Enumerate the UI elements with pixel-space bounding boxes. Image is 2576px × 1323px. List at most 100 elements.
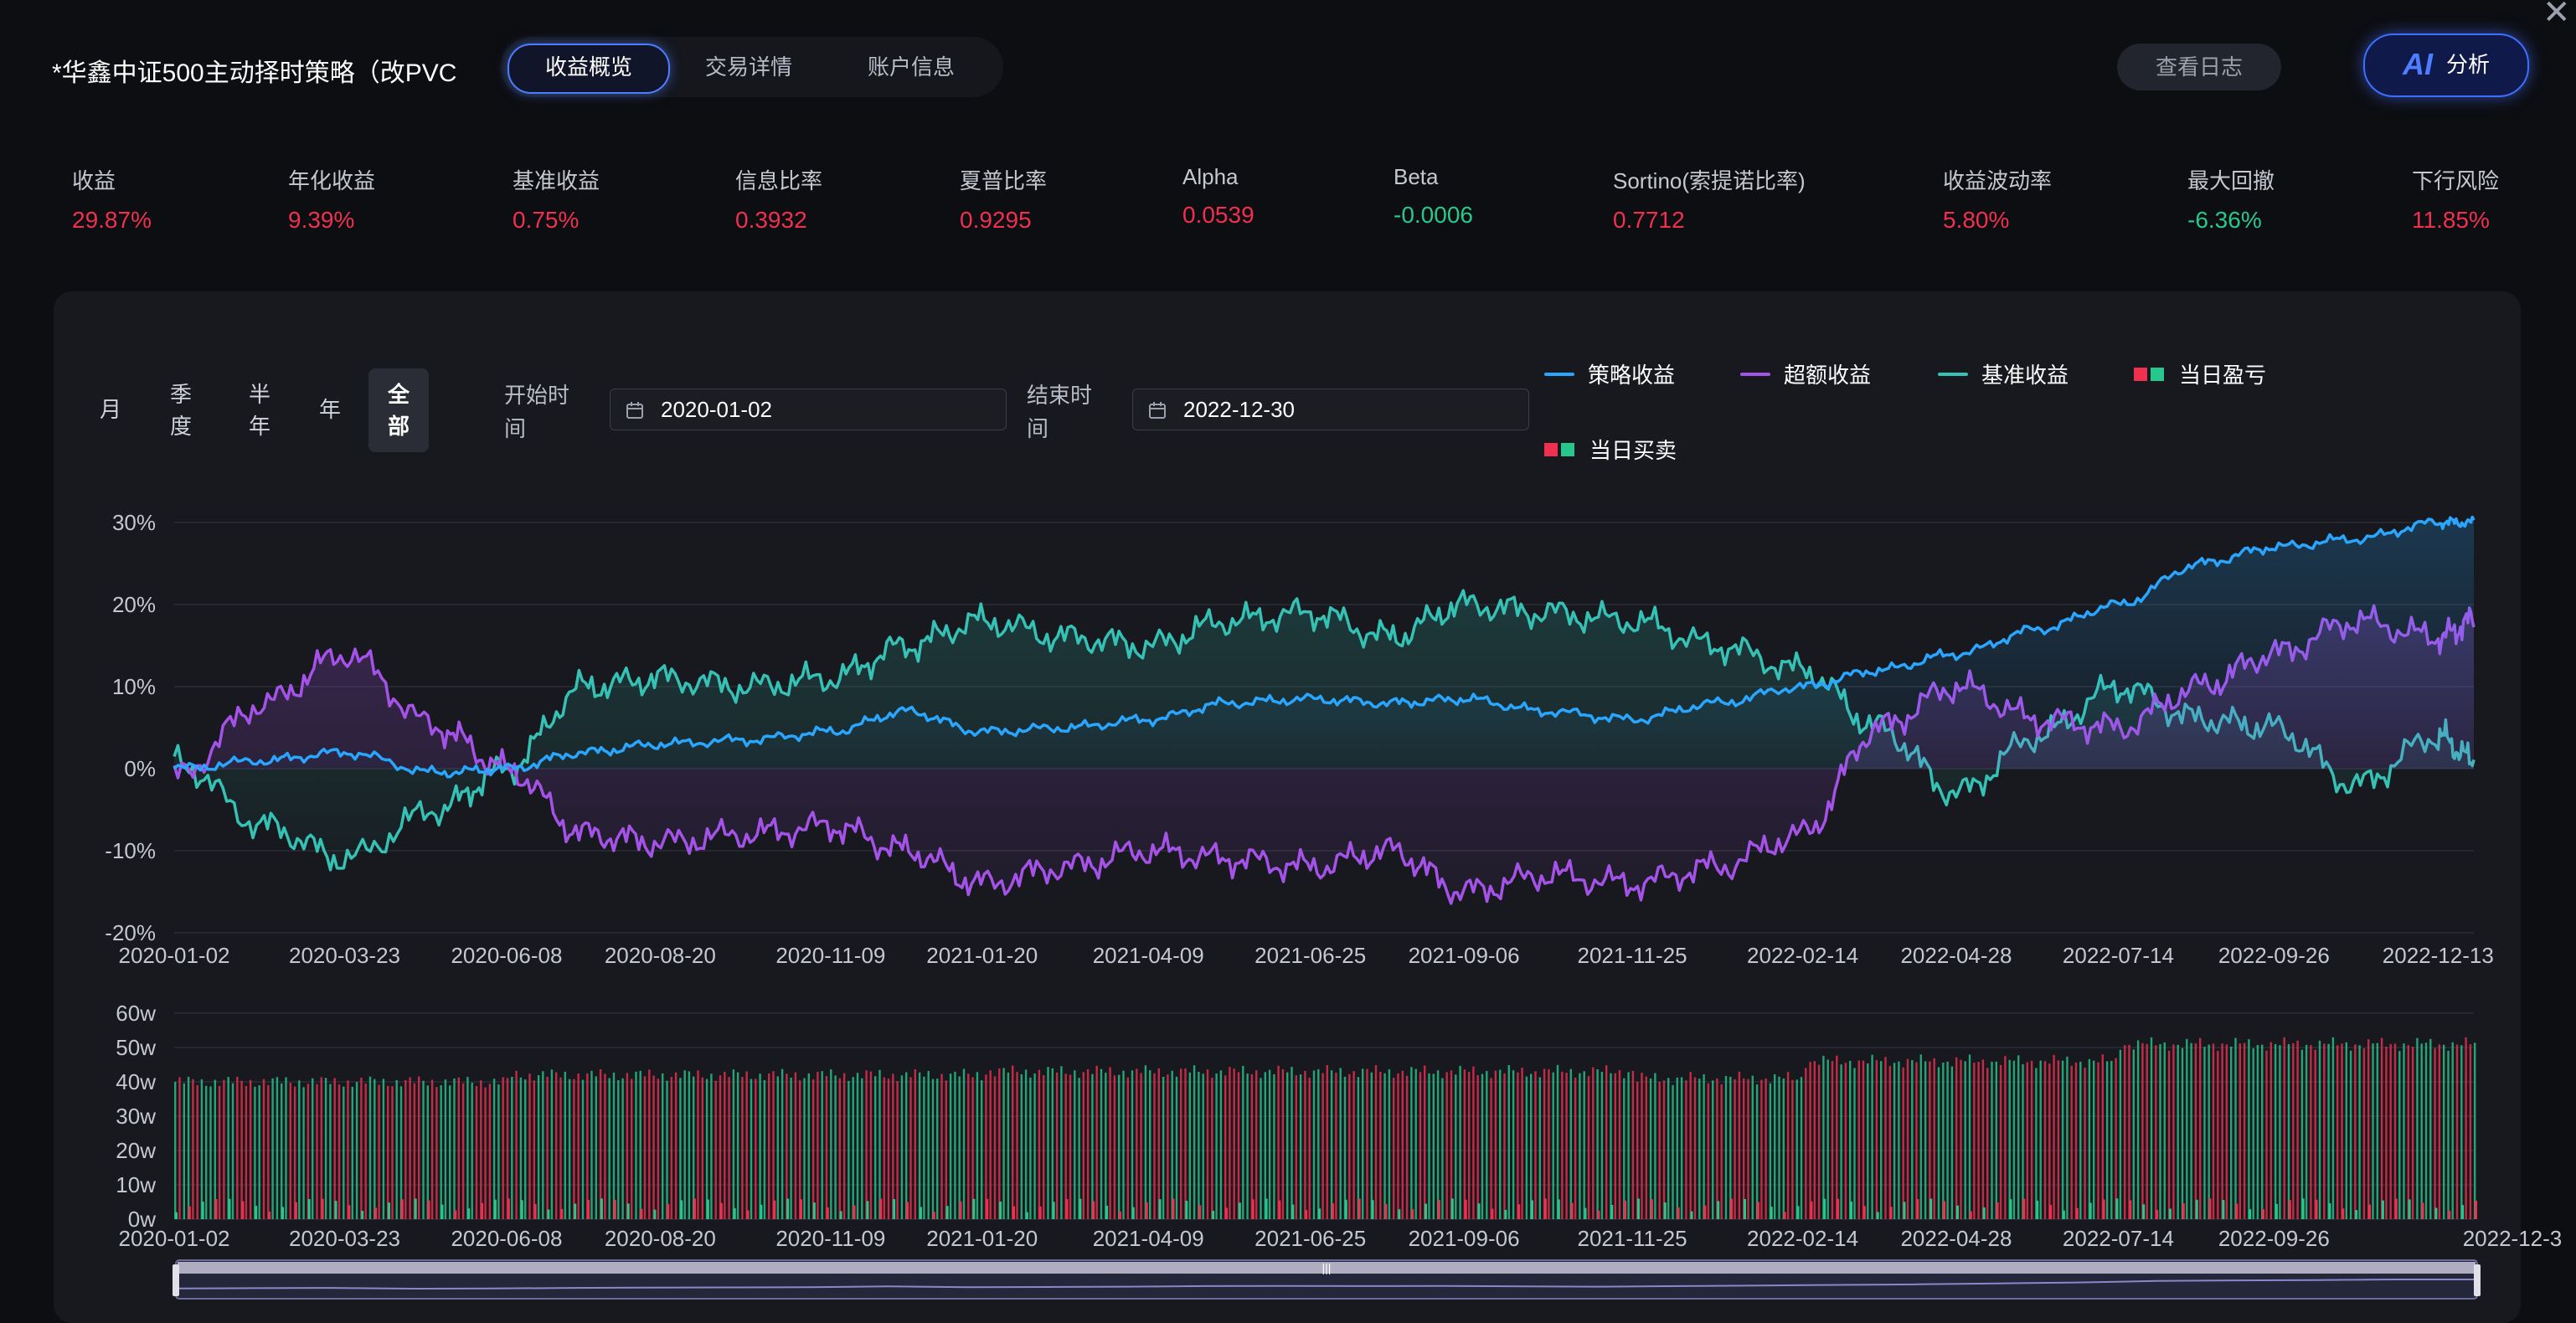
pnl-bar: [2222, 1200, 2225, 1219]
trade-bar: [1295, 1075, 1297, 1219]
trade-bar: [1494, 1070, 1497, 1219]
pnl-bar: [945, 1206, 949, 1219]
trade-bar: [209, 1086, 212, 1219]
trade-bar: [1844, 1063, 1847, 1219]
pnl-bar: [1624, 1200, 1627, 1219]
x-tick-label: 2021-09-06: [1409, 943, 1520, 968]
y-tick-label: 50w: [116, 1035, 156, 1060]
zoom-grip-icon[interactable]: |||: [1322, 1261, 1332, 1274]
pnl-bar: [1744, 1199, 1746, 1219]
x-tick-label: 2020-03-23: [289, 1226, 400, 1251]
trade-bar: [395, 1079, 398, 1219]
trade-bar: [1069, 1074, 1072, 1219]
trade-bar: [1250, 1074, 1254, 1219]
pnl-bar: [547, 1209, 550, 1219]
trade-bar: [312, 1078, 314, 1219]
pnl-bar: [1131, 1207, 1135, 1219]
pnl-bar: [255, 1206, 258, 1219]
pnl-bar: [2342, 1208, 2345, 1219]
trade-bar: [2455, 1044, 2459, 1219]
trade-bar: [528, 1073, 531, 1219]
pnl-bar: [1398, 1209, 1401, 1219]
trade-bar: [1525, 1076, 1528, 1219]
x-tick-label: 2021-09-06: [1409, 1226, 1520, 1251]
trade-bar: [1822, 1055, 1825, 1219]
zoom-slider[interactable]: |||: [173, 1259, 2481, 1300]
zoom-handle-right[interactable]: [2474, 1264, 2481, 1296]
trade-bar: [192, 1078, 194, 1219]
x-tick-label: 2020-08-20: [605, 1226, 716, 1251]
trade-bar: [524, 1079, 527, 1219]
trade-bar: [2451, 1042, 2454, 1219]
pnl-bar: [1425, 1203, 1427, 1219]
pnl-bar: [2475, 1201, 2477, 1219]
trade-bar: [1840, 1064, 1842, 1219]
trade-bar: [1853, 1068, 1856, 1219]
trade-bar: [1627, 1072, 1630, 1219]
trade-bar: [834, 1075, 837, 1219]
trade-bar: [1960, 1059, 1962, 1219]
trade-bar: [577, 1073, 580, 1219]
trade-bar: [2279, 1045, 2281, 1219]
trade-bar: [2012, 1060, 2016, 1219]
trade-bar: [724, 1071, 726, 1219]
return-line-chart[interactable]: 30% 20% 10% 0% -10% -20%2020-01-02 2020-03-23 2…: [105, 510, 2493, 968]
trade-bar: [1596, 1069, 1599, 1219]
trade-bar: [1157, 1068, 1160, 1219]
pnl-bar: [1238, 1202, 1241, 1219]
trade-bar: [1507, 1065, 1510, 1219]
pnl-bar: [1331, 1203, 1334, 1219]
trade-bar: [2084, 1068, 2086, 1219]
pnl-bar: [2434, 1207, 2438, 1219]
pnl-bar: [1358, 1198, 1361, 1219]
trade-bar: [1436, 1070, 1440, 1219]
pnl-bar: [1690, 1211, 1693, 1219]
trade-bar: [768, 1073, 770, 1219]
trade-bar: [2203, 1047, 2206, 1219]
trade-bar: [1215, 1073, 1218, 1219]
pnl-bar: [999, 1202, 1002, 1219]
trade-bar: [1933, 1058, 1935, 1219]
trade-bar: [276, 1077, 279, 1219]
trade-bar: [1051, 1068, 1054, 1219]
trade-bar: [418, 1076, 420, 1219]
trade-bar: [2048, 1063, 2051, 1219]
trade-bar: [307, 1084, 310, 1219]
trade-bar: [1388, 1069, 1391, 1219]
trade-bar: [799, 1080, 801, 1219]
trade-bar: [1534, 1071, 1537, 1219]
pnl-bar: [1650, 1199, 1653, 1219]
pnl-bar: [2381, 1200, 2384, 1219]
trade-bar: [364, 1084, 367, 1219]
trade-bar: [1964, 1061, 1966, 1219]
trade-bar: [1401, 1070, 1404, 1219]
trade-bar: [488, 1084, 492, 1219]
trade-bar: [2097, 1062, 2099, 1219]
pnl-bar: [1065, 1198, 1069, 1219]
trade-bar: [1623, 1078, 1625, 1219]
trade-bar: [1862, 1060, 1865, 1219]
trade-bar: [466, 1077, 469, 1219]
trade-bar: [1986, 1068, 1989, 1219]
pnl-bar: [1025, 1212, 1028, 1219]
trade-bar: [1760, 1079, 1763, 1219]
trade-bar: [1233, 1068, 1235, 1219]
pnl-bar: [1663, 1202, 1667, 1219]
trade-bar: [2323, 1043, 2326, 1219]
trade-bar: [1521, 1068, 1523, 1219]
trade-bar: [981, 1080, 983, 1219]
trade-bar: [923, 1076, 925, 1219]
trade-bar: [1875, 1060, 1878, 1219]
zoom-handle-left[interactable]: [173, 1264, 179, 1296]
trade-bar: [626, 1073, 629, 1219]
daily-trade-bar-chart[interactable]: 60w50w40w30w20w10w0w2020-01-02 2020-03-23…: [116, 1001, 2562, 1251]
pnl-bar: [773, 1200, 776, 1219]
x-tick-label: 2021-06-25: [1255, 943, 1366, 968]
pnl-bar: [175, 1212, 178, 1219]
trade-bar: [1716, 1078, 1718, 1219]
trade-bar: [1662, 1080, 1666, 1219]
trade-bar: [2248, 1039, 2250, 1219]
trade-bar: [1486, 1071, 1488, 1219]
trade-bar: [1144, 1065, 1147, 1219]
trade-bar: [285, 1077, 287, 1219]
